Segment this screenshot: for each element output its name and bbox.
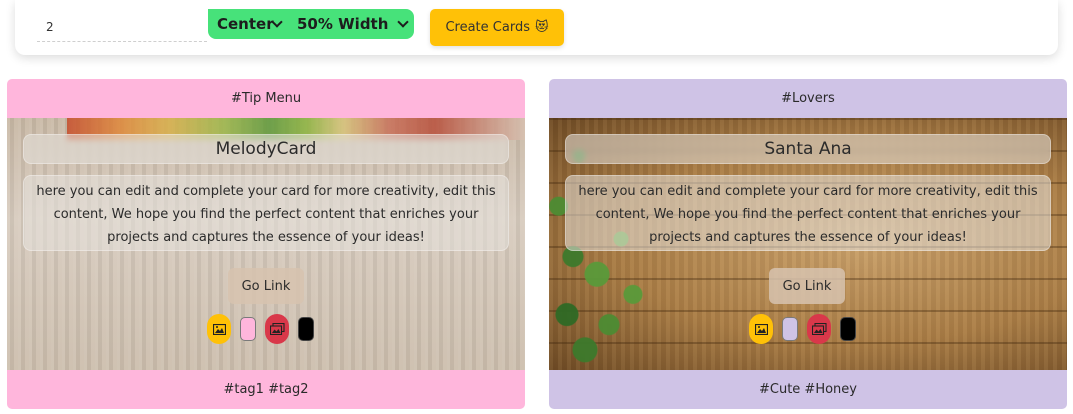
create-cards-button[interactable]: Create Cards 😻: [430, 9, 564, 46]
width-select-value: 50% Width: [297, 15, 389, 33]
card-header[interactable]: #Lovers: [549, 79, 1067, 118]
card-title[interactable]: Santa Ana: [565, 134, 1051, 164]
go-link-button[interactable]: Go Link: [769, 268, 845, 304]
image-icon[interactable]: [749, 314, 773, 344]
align-select-value: Center: [217, 15, 274, 33]
card-header[interactable]: #Tip Menu: [7, 79, 525, 118]
image-icon[interactable]: [207, 314, 231, 344]
card: #Lovers Santa Ana here you can edit and …: [549, 79, 1067, 409]
card-title[interactable]: MelodyCard: [23, 134, 509, 164]
chevron-down-icon: [397, 16, 409, 28]
card-body: Santa Ana here you can edit and complete…: [549, 118, 1067, 370]
width-select[interactable]: 50% Width: [288, 9, 414, 39]
background-color-swatch[interactable]: [782, 317, 798, 341]
card-footer[interactable]: #Cute #Honey: [549, 370, 1067, 409]
align-select[interactable]: Center: [208, 9, 288, 39]
cat-emoji-icon: 😻: [534, 20, 549, 35]
create-cards-label: Create Cards: [445, 20, 530, 35]
card-count-input[interactable]: [37, 12, 207, 42]
go-link-button[interactable]: Go Link: [228, 268, 304, 304]
card-footer[interactable]: #tag1 #tag2: [7, 370, 525, 409]
images-icon[interactable]: [807, 314, 831, 344]
text-color-swatch[interactable]: [840, 317, 856, 341]
card-tools: [749, 314, 856, 344]
card-text[interactable]: here you can edit and complete your card…: [23, 175, 509, 251]
card-text[interactable]: here you can edit and complete your card…: [565, 175, 1051, 251]
images-icon[interactable]: [265, 314, 289, 344]
card: #Tip Menu MelodyCard here you can edit a…: [7, 79, 525, 409]
text-color-swatch[interactable]: [298, 317, 314, 341]
background-color-swatch[interactable]: [240, 317, 256, 341]
card-tools: [207, 314, 314, 344]
card-body: MelodyCard here you can edit and complet…: [7, 118, 525, 370]
toolbar: Center 50% Width Create Cards 😻: [15, 0, 1058, 55]
